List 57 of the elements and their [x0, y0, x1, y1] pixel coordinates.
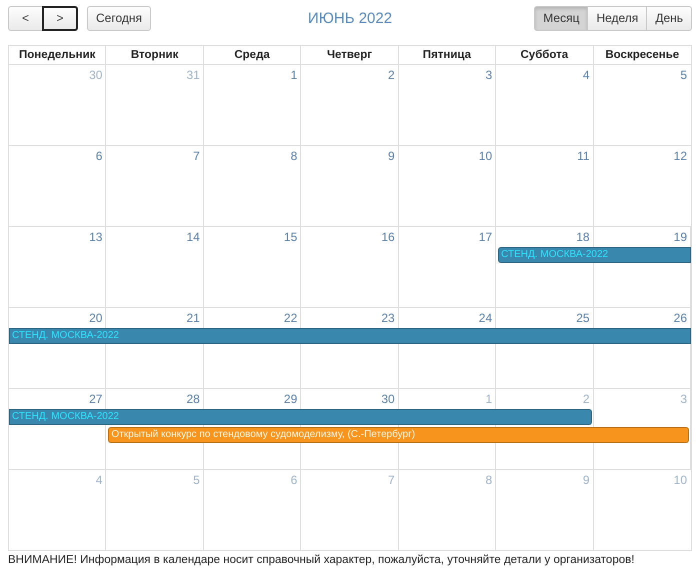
day-number: 2 [388, 67, 396, 84]
day-number: 29 [284, 391, 298, 408]
day-number: 3 [680, 391, 688, 408]
weekday-header: Пятница [398, 46, 496, 65]
day-number: 25 [576, 310, 591, 327]
day-number: 18 [576, 229, 591, 246]
day-number: 7 [193, 148, 201, 165]
day-number: 14 [186, 229, 201, 246]
day-number: 4 [582, 67, 591, 84]
view-tab[interactable]: Месяц [534, 6, 588, 30]
weekday-header: Суббота [496, 46, 594, 65]
view-tab[interactable]: Неделя [587, 6, 648, 30]
day-number: 20 [89, 310, 104, 327]
day-number: 7 [388, 472, 396, 489]
weekday-header: Воскресенье [594, 46, 691, 65]
day-number: 2 [582, 391, 591, 408]
day-number: 23 [381, 310, 396, 327]
day-number: 24 [478, 310, 494, 327]
day-number: 31 [186, 67, 201, 84]
day-number: 15 [284, 229, 298, 246]
day-number: 1 [485, 391, 494, 408]
weekday-header: Понедельник [9, 46, 106, 65]
day-number: 5 [193, 472, 201, 489]
day-number: 28 [186, 391, 201, 408]
day-number: 1 [290, 67, 298, 84]
day-number: 27 [89, 391, 104, 408]
view-tab[interactable]: День [646, 6, 692, 30]
calendar-title: ИЮНЬ 2022 [308, 10, 392, 26]
day-number: 3 [485, 67, 494, 84]
day-number: 9 [582, 472, 591, 489]
day-number: 22 [284, 310, 298, 327]
day-number: 26 [674, 310, 688, 327]
day-number: 10 [674, 472, 688, 489]
today-button[interactable]: Сегодня [87, 6, 151, 30]
day-number: 6 [290, 472, 298, 489]
day-number: 21 [186, 310, 201, 327]
day-number: 8 [290, 148, 298, 165]
day-number: 10 [478, 148, 494, 165]
day-number: 19 [674, 229, 688, 246]
day-number: 16 [381, 229, 396, 246]
weekday-header: Среда [204, 46, 302, 65]
day-number: 30 [89, 67, 104, 84]
day-number: 6 [96, 148, 104, 165]
day-number: 11 [577, 148, 591, 165]
day-number: 17 [478, 229, 494, 246]
day-number: 9 [388, 148, 396, 165]
weekday-header: Вторник [106, 46, 204, 65]
next-button[interactable]: > [42, 6, 78, 30]
day-number: 12 [674, 148, 688, 165]
day-number: 4 [96, 472, 104, 489]
day-number: 8 [485, 472, 494, 489]
day-number: 30 [381, 391, 396, 408]
day-number: 5 [680, 67, 688, 84]
previous-button[interactable]: < [8, 6, 43, 30]
day-number: 13 [89, 229, 104, 246]
weekday-header: Четверг [301, 46, 399, 65]
notice-text: ВНИМАНИЕ! Информация в календаре носит справочный характер, пожалуйста, уточняйте детали у организаторов! [8, 553, 636, 566]
